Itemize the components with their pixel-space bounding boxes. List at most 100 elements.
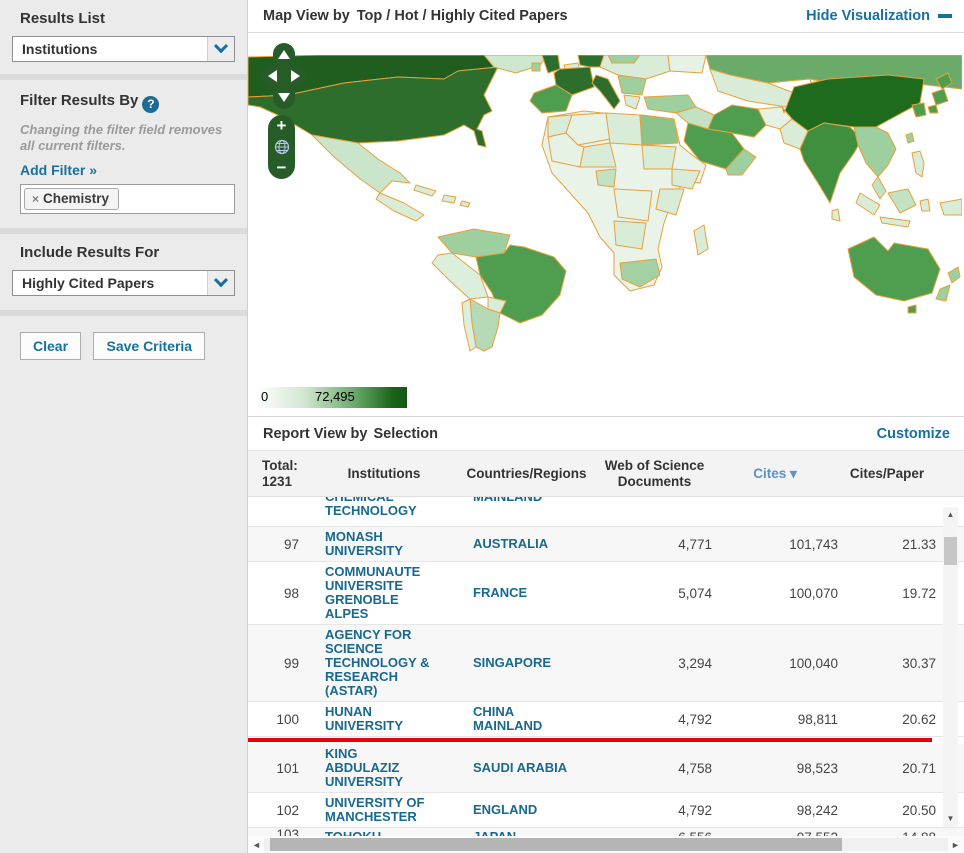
horizontal-scroll-track[interactable]	[264, 838, 948, 851]
include-results-heading: Include Results For	[20, 244, 235, 261]
table-row: 101KINGABDULAZIZUNIVERSITYSAUDI ARABIA4,…	[248, 744, 964, 793]
map-region-eastern-europe[interactable]	[668, 55, 706, 73]
world-choropleth-map[interactable]	[248, 55, 962, 357]
pan-down-icon[interactable]	[278, 93, 290, 102]
cites-cell: 98,811	[712, 712, 838, 727]
institution-link[interactable]: AGENCY FORSCIENCETECHNOLOGY &RESEARCH(AS…	[312, 628, 462, 698]
map-region-central-america[interactable]	[376, 193, 424, 221]
map-region-sudan[interactable]	[642, 145, 676, 169]
map-region-madagascar[interactable]	[694, 225, 708, 255]
customize-link[interactable]: Customize	[877, 426, 950, 442]
pan-up-icon[interactable]	[278, 50, 290, 59]
column-header-cites-sort[interactable]: Cites ▾	[712, 466, 838, 482]
map-region-greece[interactable]	[624, 95, 640, 109]
map-region-tasmania[interactable]	[908, 305, 916, 313]
institution-link[interactable]: UNIVERSITY OFMANCHESTER	[312, 796, 462, 824]
scroll-right-icon[interactable]: ►	[949, 840, 962, 850]
map-region-ireland[interactable]	[532, 63, 540, 71]
cites-per-paper-cell: 20.62	[838, 712, 936, 727]
map-region-caribbean[interactable]	[460, 201, 470, 207]
map-region-sumatra[interactable]	[856, 193, 880, 215]
filter-section: Filter Results By? Changing the filter f…	[0, 80, 247, 234]
hide-visualization-link[interactable]: Hide Visualization	[806, 8, 952, 24]
map-region-sahel-east[interactable]	[580, 143, 616, 167]
map-region-new-guinea[interactable]	[940, 199, 962, 215]
map-region-australia[interactable]	[848, 237, 940, 301]
column-header-countries[interactable]: Countries/Regions	[462, 466, 597, 481]
scroll-up-icon[interactable]: ▲	[943, 507, 958, 523]
save-criteria-button[interactable]: Save Criteria	[93, 332, 205, 360]
institution-link[interactable]: COMMUNAUTEUNIVERSITEGRENOBLEALPES	[312, 565, 462, 621]
zoom-in-icon[interactable]: +	[277, 118, 287, 134]
horizontal-scrollbar[interactable]: ◄ ►	[248, 836, 964, 853]
vertical-scrollbar[interactable]: ▲ ▼	[943, 507, 958, 827]
clear-button[interactable]: Clear	[20, 332, 81, 360]
map-region-libya[interactable]	[606, 113, 642, 145]
main-panel: Map View byTop / Hot / Highly Cited Pape…	[247, 0, 964, 853]
chevron-down-icon[interactable]	[207, 37, 234, 61]
help-icon[interactable]: ?	[142, 96, 159, 113]
map-region-angola[interactable]	[614, 221, 646, 249]
map-region-egypt[interactable]	[640, 115, 678, 145]
map-region-italy[interactable]	[592, 75, 620, 109]
map-region-congo[interactable]	[614, 189, 652, 221]
map-region-malay-peninsula[interactable]	[872, 177, 886, 199]
column-header-cites-per-paper[interactable]: Cites/Paper	[838, 466, 936, 481]
map-region-sulawesi[interactable]	[920, 199, 930, 211]
map-region-mexico[interactable]	[312, 135, 410, 193]
institution-link[interactable]: CHEMICALTECHNOLOGY	[312, 497, 462, 518]
remove-filter-icon[interactable]: ×	[32, 192, 39, 206]
rank-cell: 98	[248, 586, 312, 601]
table-body: CHEMICALTECHNOLOGYMAINLAND 97MONASHUNIVER…	[248, 497, 964, 836]
map-region-south-korea[interactable]	[912, 103, 926, 117]
map-region-china[interactable]	[782, 75, 924, 131]
map-region-philippines[interactable]	[912, 151, 924, 177]
map-region-taiwan[interactable]	[906, 133, 914, 143]
institution-link[interactable]: HUNANUNIVERSITY	[312, 705, 462, 733]
map-region-borneo[interactable]	[888, 189, 916, 213]
map-region-hispaniola[interactable]	[442, 195, 456, 203]
include-results-select[interactable]: Highly Cited Papers	[12, 270, 235, 296]
institution-link[interactable]: MONASHUNIVERSITY	[312, 530, 462, 558]
map-pan-control[interactable]	[262, 43, 306, 109]
chevron-down-icon[interactable]	[207, 271, 234, 295]
institution-link[interactable]: KINGABDULAZIZUNIVERSITY	[312, 747, 462, 789]
pan-left-icon[interactable]	[268, 70, 277, 82]
results-list-select[interactable]: Institutions	[12, 36, 235, 62]
report-title-prefix: Report View by	[263, 426, 367, 442]
map-region-new-zealand[interactable]	[936, 267, 960, 301]
include-results-section: Include Results For Highly Cited Papers	[0, 234, 247, 316]
map-visualization[interactable]: + − 0 72,495	[248, 33, 964, 417]
filter-heading: Filter Results By?	[20, 92, 235, 113]
map-zoom-control[interactable]: + −	[268, 115, 295, 179]
pan-right-icon[interactable]	[291, 70, 300, 82]
scroll-down-icon[interactable]: ▼	[943, 811, 958, 827]
map-region-southeast-asia[interactable]	[854, 127, 896, 177]
map-region-india[interactable]	[800, 123, 862, 203]
map-region-nigeria[interactable]	[596, 169, 616, 187]
map-region-java[interactable]	[880, 217, 910, 227]
esi-app: Results List Institutions Filter Results…	[0, 0, 964, 853]
actions-section: Clear Save Criteria	[0, 316, 247, 378]
total-label: Total:	[262, 458, 299, 474]
rank-cell: 97	[248, 537, 312, 552]
sort-arrow-icon: ▾	[790, 466, 797, 481]
column-header-documents[interactable]: Web of Science Documents	[597, 458, 712, 490]
column-header-institutions[interactable]: Institutions	[312, 466, 462, 481]
add-filter-link[interactable]: Add Filter »	[20, 162, 97, 178]
filter-tag-label: Chemistry	[43, 191, 109, 206]
vertical-scroll-thumb[interactable]	[944, 537, 957, 565]
map-region-balkans[interactable]	[618, 75, 646, 95]
filter-tag-chemistry[interactable]: × Chemistry	[24, 188, 119, 210]
globe-icon[interactable]	[274, 139, 290, 155]
map-header: Map View byTop / Hot / Highly Cited Pape…	[248, 0, 964, 33]
cites-cell: 98,523	[712, 761, 838, 776]
table-row: CHEMICALTECHNOLOGYMAINLAND	[248, 497, 964, 527]
scroll-left-icon[interactable]: ◄	[250, 840, 263, 850]
horizontal-scroll-thumb[interactable]	[270, 838, 842, 851]
zoom-out-icon[interactable]: −	[277, 160, 287, 176]
map-region-ethiopia[interactable]	[672, 169, 700, 189]
map-region-colombia-venezuela[interactable]	[438, 229, 510, 257]
map-region-cuba[interactable]	[414, 185, 436, 196]
map-region-sri-lanka[interactable]	[832, 209, 840, 221]
